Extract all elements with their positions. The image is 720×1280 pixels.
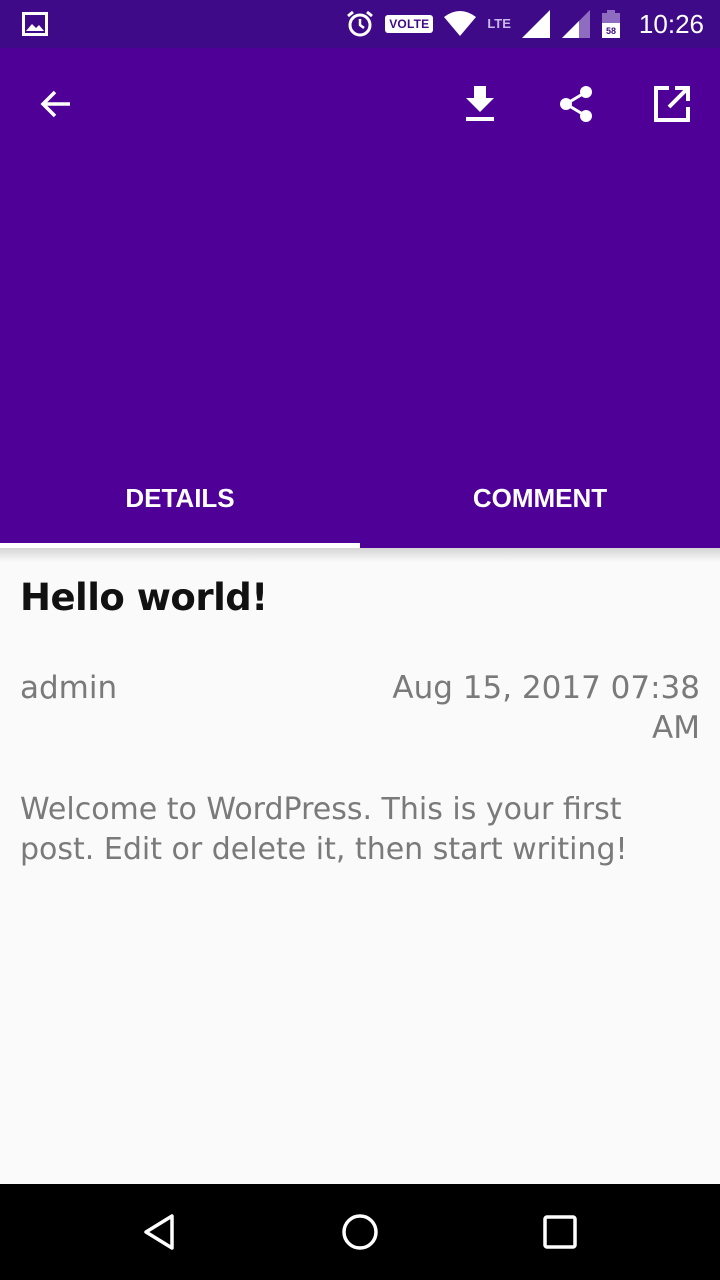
tab-comment[interactable]: COMMENT xyxy=(360,448,720,548)
signal-icon xyxy=(561,9,591,39)
back-button[interactable] xyxy=(28,76,84,132)
battery-level: 58 xyxy=(606,26,616,36)
tab-details[interactable]: DETAILS xyxy=(0,448,360,548)
nav-recent-button[interactable] xyxy=(532,1204,588,1260)
nav-home-button[interactable] xyxy=(332,1204,388,1260)
open-external-icon xyxy=(654,86,690,122)
alarm-icon xyxy=(345,9,375,39)
wifi-icon xyxy=(443,11,477,37)
post-title: Hello world! xyxy=(20,576,268,619)
download-icon xyxy=(466,86,494,121)
nav-back-button[interactable] xyxy=(132,1204,188,1260)
nav-home-icon xyxy=(342,1214,378,1250)
nav-recent-icon xyxy=(543,1215,577,1249)
arrow-back-icon xyxy=(40,90,70,118)
tab-label: COMMENT xyxy=(472,482,608,513)
signal-icon xyxy=(521,9,551,39)
share-button[interactable] xyxy=(548,76,604,132)
download-button[interactable] xyxy=(452,76,508,132)
post-author: admin xyxy=(20,670,118,706)
tab-label: DETAILS xyxy=(125,482,235,513)
header-shadow xyxy=(0,548,720,562)
share-icon xyxy=(560,86,592,122)
post-details: Hello world! admin Aug 15, 2017 07:38 AM… xyxy=(0,548,720,1184)
nav-back-icon xyxy=(144,1214,174,1250)
lte-indicator: LTE xyxy=(487,16,511,31)
post-body: Welcome to WordPress. This is your first… xyxy=(20,792,628,867)
open-external-button[interactable] xyxy=(644,76,700,132)
navigation-bar xyxy=(0,1184,720,1280)
status-bar: VOLTE LTE 58 10:26 xyxy=(0,0,720,48)
status-time: 10:26 xyxy=(638,8,704,39)
volte-badge: VOLTE xyxy=(385,15,434,33)
image-icon xyxy=(22,12,48,41)
app-header: DETAILS COMMENT xyxy=(0,48,720,548)
battery-icon: 58 xyxy=(601,9,621,39)
lte-label: LTE xyxy=(487,16,511,31)
tab-bar: DETAILS COMMENT xyxy=(0,448,720,548)
post-date: Aug 15, 2017 07:38 AM xyxy=(392,670,700,746)
